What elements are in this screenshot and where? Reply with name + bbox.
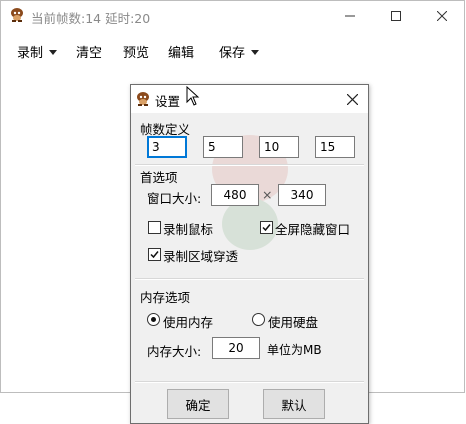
menu-save-label: 保存 (219, 46, 246, 61)
menu-record-label: 录制 (17, 46, 44, 61)
window-title: 当前帧数:14 延时:20 (31, 11, 151, 26)
record-mouse-label[interactable]: 录制鼠标 (163, 219, 213, 238)
memory-size-input[interactable]: 20 (212, 337, 260, 359)
separator (135, 164, 364, 166)
memory-options-label: 内存选项 (140, 290, 191, 305)
frame-input-3[interactable]: 10 (259, 136, 299, 158)
use-memory-label[interactable]: 使用内存 (163, 312, 213, 331)
chevron-down-icon (49, 50, 58, 55)
use-disk-radio[interactable] (252, 313, 265, 326)
fullscreen-hide-label[interactable]: 全屏隐藏窗口 (275, 219, 350, 238)
memory-size-label: 内存大小: (147, 344, 202, 359)
checkmark-icon (150, 251, 159, 259)
dialog-title: 设置 (155, 94, 181, 109)
menu-edit[interactable]: 编辑 (168, 42, 194, 61)
radio-dot-icon (151, 317, 156, 322)
settings-dialog: 设置 帧数定义 3 5 10 15 首选项 窗口大小: 480 × 340 录制… (130, 84, 369, 424)
fullscreen-hide-checkbox[interactable] (260, 221, 273, 234)
maximize-icon (391, 11, 401, 21)
close-button[interactable] (419, 1, 465, 31)
preferences-label: 首选项 (140, 170, 178, 185)
frame-input-4[interactable]: 15 (315, 136, 355, 158)
bug-app-icon (135, 91, 151, 107)
ok-button[interactable]: 确定 (167, 389, 229, 419)
menu-record[interactable]: 录制 (17, 42, 58, 61)
record-region-checkbox[interactable] (148, 248, 161, 261)
checkmark-icon (262, 224, 271, 232)
menu-preview[interactable]: 预览 (123, 42, 149, 61)
menu-bar: 录制 清空 预览 编辑 保存 (1, 39, 464, 63)
use-memory-radio[interactable] (147, 313, 160, 326)
dialog-title-bar[interactable]: 设置 (131, 85, 368, 113)
default-button[interactable]: 默认 (263, 389, 325, 419)
window-width-input[interactable]: 480 (211, 184, 259, 206)
frame-input-1[interactable]: 3 (147, 136, 187, 158)
minimize-icon (345, 15, 355, 17)
separator (135, 278, 364, 280)
maximize-button[interactable] (373, 1, 419, 31)
window-size-label: 窗口大小: (147, 191, 202, 206)
memory-unit-label: 单位为MB (267, 343, 322, 357)
chevron-down-icon (251, 50, 260, 55)
separator (135, 381, 364, 383)
window-height-input[interactable]: 340 (278, 184, 326, 206)
record-region-label[interactable]: 录制区域穿透 (163, 246, 238, 265)
minimize-button[interactable] (327, 1, 373, 31)
menu-save[interactable]: 保存 (219, 42, 260, 61)
close-icon (346, 93, 358, 105)
menu-clear[interactable]: 清空 (76, 42, 102, 61)
use-disk-label[interactable]: 使用硬盘 (268, 312, 318, 331)
times-sign: × (262, 187, 273, 202)
dialog-close-button[interactable] (342, 89, 362, 109)
mouse-cursor-icon (186, 85, 200, 110)
close-icon (437, 11, 447, 21)
bug-app-icon (9, 7, 25, 23)
title-bar[interactable]: 当前帧数:14 延时:20 (1, 1, 464, 31)
frame-input-2[interactable]: 5 (203, 136, 243, 158)
record-mouse-checkbox[interactable] (148, 221, 161, 234)
